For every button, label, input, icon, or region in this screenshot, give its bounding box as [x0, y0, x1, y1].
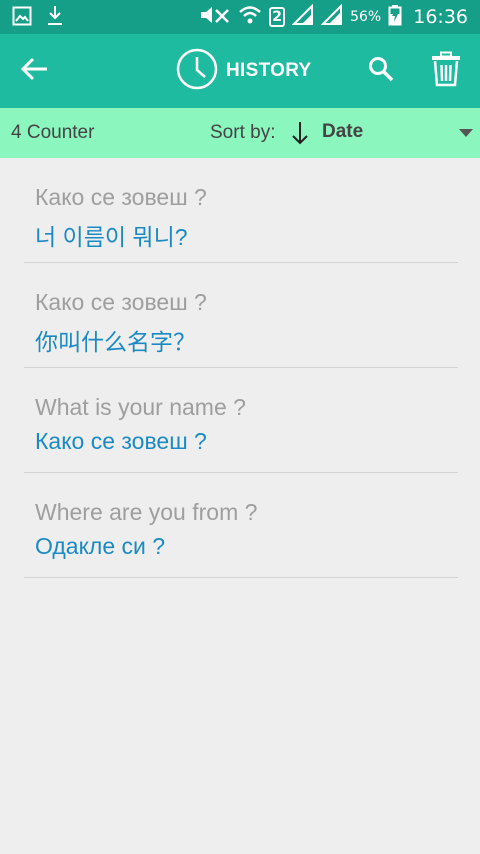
history-item[interactable]: Како се зовеш ? 你叫什么名字？: [24, 263, 458, 368]
clock-icon: [176, 48, 218, 94]
sort-value: Date: [322, 121, 364, 142]
history-item[interactable]: What is your name ? Како се зовеш ?: [24, 368, 458, 473]
history-translation-text: Како се зовеш ?: [35, 428, 207, 454]
app-bar: HISTORY: [0, 34, 480, 108]
history-source-text: Како се зовеш ?: [35, 184, 207, 210]
status-bar: 2 56% 16:36: [0, 0, 480, 34]
trash-icon: [431, 51, 461, 91]
battery-percent: 56%: [350, 9, 382, 25]
history-item[interactable]: Како се зовеш ? 너 이름이 뭐니?: [24, 158, 458, 263]
status-time: 16:36: [413, 6, 468, 28]
wifi-icon: [238, 4, 262, 30]
sort-bar: 4 Counter Sort by: Date: [0, 108, 480, 158]
status-left: [12, 5, 64, 31]
arrow-down-icon: [290, 120, 310, 150]
status-right: 2 56% 16:36: [199, 3, 468, 30]
history-counter: 4 Counter: [11, 122, 95, 143]
search-button[interactable]: [364, 54, 398, 88]
gallery-icon: [12, 6, 32, 30]
sim-badge: 2: [269, 7, 286, 27]
back-button[interactable]: [14, 53, 54, 89]
sort-label: Sort by:: [210, 122, 276, 143]
history-list: Како се зовеш ? 너 이름이 뭐니? Како се зовеш …: [0, 158, 480, 578]
signal-icon: [291, 3, 314, 30]
chevron-down-icon: [459, 129, 473, 137]
history-item[interactable]: Where are you from ? Одакле си ?: [24, 473, 458, 578]
arrow-left-icon: [19, 57, 49, 85]
history-translation-text: Одакле си ?: [35, 533, 166, 559]
search-icon: [368, 56, 394, 86]
history-translation-text: 너 이름이 뭐니?: [35, 224, 188, 250]
history-source-text: Where are you from ?: [35, 499, 258, 525]
history-source-text: What is your name ?: [35, 394, 246, 420]
page-title: HISTORY: [226, 60, 312, 81]
delete-button[interactable]: [428, 50, 464, 92]
history-source-text: Како се зовеш ?: [35, 289, 207, 315]
signal-icon: [320, 3, 343, 30]
download-icon: [46, 5, 64, 31]
battery-charging-icon: [388, 4, 402, 30]
sort-dropdown[interactable]: Date: [288, 118, 480, 150]
mute-icon: [199, 4, 231, 30]
history-translation-text: 你叫什么名字？: [35, 329, 196, 355]
title-group: HISTORY: [176, 48, 312, 94]
